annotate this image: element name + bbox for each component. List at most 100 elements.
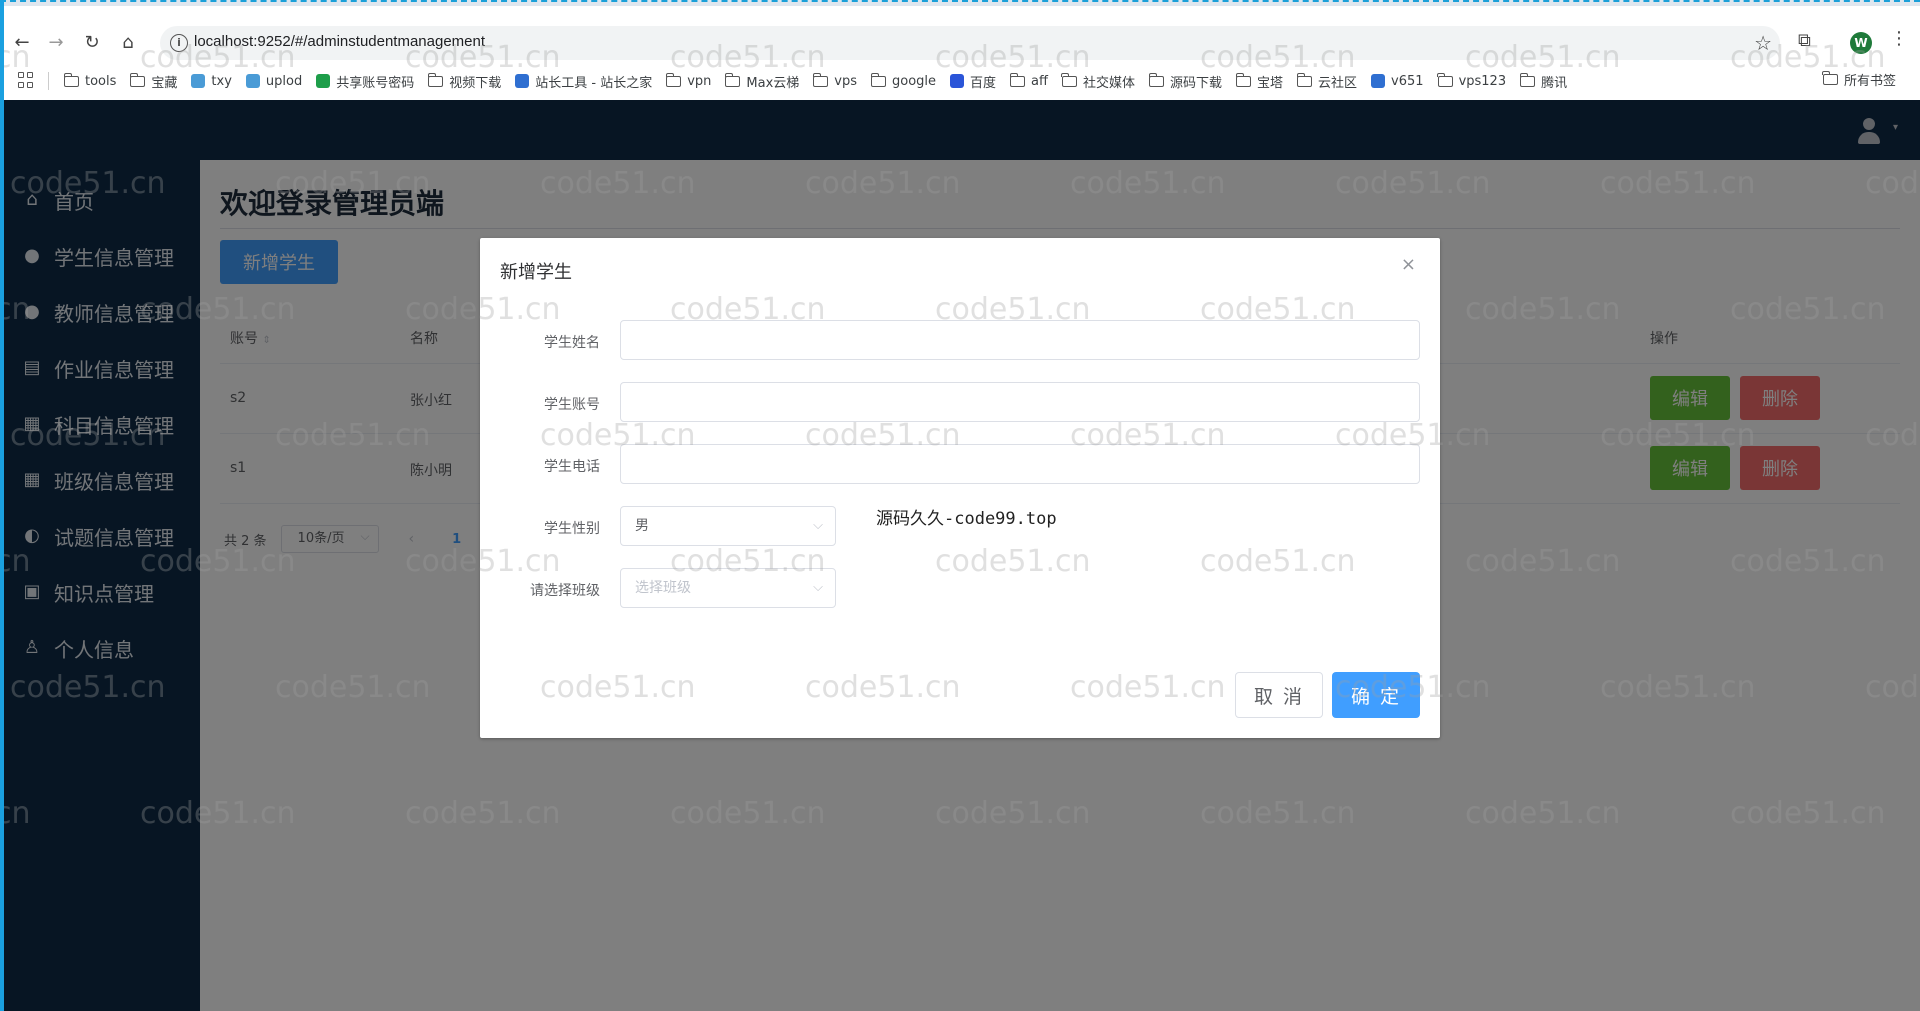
bookmark-label: 站长工具 - 站长之家 <box>535 75 653 91</box>
folder-icon <box>1061 72 1077 87</box>
bookmark-label: 视频下载 <box>449 75 502 91</box>
apps-grid-icon[interactable] <box>18 72 34 88</box>
browser-menu-icon[interactable]: ⋮ <box>1890 28 1908 49</box>
bookmark-item[interactable]: 视频下载 <box>427 72 502 91</box>
gender-select-value: 男 <box>635 518 649 534</box>
site-icon <box>1371 74 1386 88</box>
cancel-button[interactable]: 取 消 <box>1235 672 1323 718</box>
bookmark-label: 腾讯 <box>1541 75 1568 91</box>
bookmark-label: 云社区 <box>1318 75 1358 91</box>
bookmarks-bar: tools 宝藏 txy uplod 共享账号密码 视频下载 站长工具 - 站长之家 vpn M… <box>0 66 1920 96</box>
folder-icon <box>1822 71 1838 85</box>
source-note: 源码久久-code99.top <box>876 509 1057 529</box>
forward-icon[interactable]: → <box>44 31 68 55</box>
reload-icon[interactable]: ↻ <box>80 31 104 55</box>
bookmark-label: vps <box>834 73 857 89</box>
all-bookmarks-button[interactable]: 所有书签 <box>1822 70 1896 89</box>
bookmark-label: aff <box>1031 73 1048 89</box>
bookmark-item[interactable]: 社交媒体 <box>1061 72 1135 91</box>
bookmark-item[interactable]: 站长工具 - 站长之家 <box>515 72 652 91</box>
bookmark-label: google <box>892 73 937 89</box>
bookmark-item[interactable]: Max云梯 <box>724 72 800 91</box>
bookmark-label: vps123 <box>1458 73 1507 89</box>
confirm-button[interactable]: 确 定 <box>1332 672 1420 718</box>
site-info-icon[interactable]: i <box>170 34 188 52</box>
folder-icon <box>63 72 79 87</box>
gender-select[interactable]: 男 ⌵ <box>620 506 836 546</box>
folder-icon <box>812 72 829 87</box>
chevron-down-icon: ⌵ <box>813 580 823 595</box>
all-bookmarks-label: 所有书签 <box>1843 74 1896 89</box>
bookmark-item[interactable]: 百度 <box>950 72 996 91</box>
student-phone-label: 学生电话 <box>544 459 600 475</box>
dialog-title: 新增学生 <box>500 262 572 283</box>
folder-icon <box>129 72 146 87</box>
bookmark-label: 共享账号密码 <box>336 75 415 91</box>
bookmark-item[interactable]: aff <box>1009 72 1048 89</box>
folder-icon <box>665 72 682 87</box>
bookmark-list: tools 宝藏 txy uplod 共享账号密码 视频下载 站长工具 - 站长之家 vpn M… <box>63 70 1568 92</box>
extensions-icon[interactable]: ⧉ <box>1798 30 1811 51</box>
bookmark-label: 百度 <box>970 75 997 91</box>
bookmark-label: txy <box>211 73 232 89</box>
bookmark-label: 宝藏 <box>151 75 178 91</box>
bookmark-item[interactable]: google <box>870 72 937 89</box>
bookmark-label: 源码下载 <box>1170 75 1223 91</box>
bookmark-item[interactable]: txy <box>191 73 232 89</box>
bookmark-item[interactable]: vps123 <box>1437 72 1507 89</box>
profile-avatar[interactable]: W <box>1850 32 1872 54</box>
folder-icon <box>1235 72 1252 87</box>
student-gender-label: 学生性别 <box>544 521 600 537</box>
bookmark-star-icon[interactable]: ☆ <box>1754 31 1772 55</box>
student-phone-input[interactable] <box>620 444 1420 484</box>
bookmark-label: uplod <box>265 73 303 89</box>
bookmark-label: v651 <box>1391 73 1424 89</box>
folder-icon <box>1009 72 1026 87</box>
bookmark-item[interactable]: uplod <box>245 73 303 89</box>
student-name-label: 学生姓名 <box>544 335 600 351</box>
bookmark-item[interactable]: v651 <box>1371 74 1424 89</box>
folder-icon <box>724 72 741 87</box>
student-account-label: 学生账号 <box>544 397 600 413</box>
bookmark-item[interactable]: 共享账号密码 <box>316 72 414 91</box>
bookmark-item[interactable]: 云社区 <box>1296 72 1358 91</box>
folder-icon <box>1437 72 1453 87</box>
bookmark-item[interactable]: vpn <box>665 72 712 89</box>
window-edge <box>0 0 4 1011</box>
bookmark-item[interactable]: vps <box>812 72 857 89</box>
class-select-label: 请选择班级 <box>530 583 600 599</box>
bookmark-label: tools <box>85 73 117 89</box>
bookmark-item[interactable]: 腾讯 <box>1519 72 1568 91</box>
bookmark-item[interactable]: tools <box>63 72 117 89</box>
class-select-placeholder: 选择班级 <box>635 580 691 596</box>
url-text[interactable]: localhost:9252/#/adminstudentmanagement <box>194 33 485 50</box>
add-student-dialog: 新增学生 × 学生姓名 学生账号 学生电话 学生性别 男 ⌵ 源码久久-code… <box>480 238 1440 738</box>
home-icon[interactable]: ⌂ <box>116 31 140 55</box>
student-account-input[interactable] <box>620 382 1420 422</box>
bookmark-item[interactable]: 宝藏 <box>129 72 178 91</box>
cloud-icon <box>245 74 260 88</box>
class-select[interactable]: 选择班级 ⌵ <box>620 568 836 608</box>
bookmark-label: vpn <box>687 73 712 89</box>
browser-tab-strip <box>0 0 1920 6</box>
bookmark-label: 社交媒体 <box>1082 75 1135 91</box>
folder-icon <box>1148 72 1164 87</box>
folder-icon <box>427 72 444 87</box>
folder-icon <box>1296 72 1313 87</box>
bookmark-item[interactable]: 宝塔 <box>1235 72 1284 91</box>
site-icon <box>515 74 530 88</box>
bookmark-label: 宝塔 <box>1257 75 1284 91</box>
chevron-down-icon: ⌵ <box>813 518 823 533</box>
folder-icon <box>870 72 886 87</box>
close-icon[interactable]: × <box>1401 254 1416 275</box>
cloud-icon <box>191 74 206 88</box>
folder-icon <box>1519 72 1536 87</box>
back-icon[interactable]: ← <box>10 31 34 55</box>
student-name-input[interactable] <box>620 320 1420 360</box>
address-bar[interactable]: i localhost:9252/#/adminstudentmanagemen… <box>160 26 1780 60</box>
bookmark-label: Max云梯 <box>746 75 800 91</box>
divider <box>48 72 49 90</box>
bookmark-item[interactable]: 源码下载 <box>1148 72 1223 91</box>
browser-toolbar: ← → ↻ ⌂ i localhost:9252/#/adminstudentm… <box>0 22 1920 62</box>
sheet-icon <box>316 74 331 88</box>
